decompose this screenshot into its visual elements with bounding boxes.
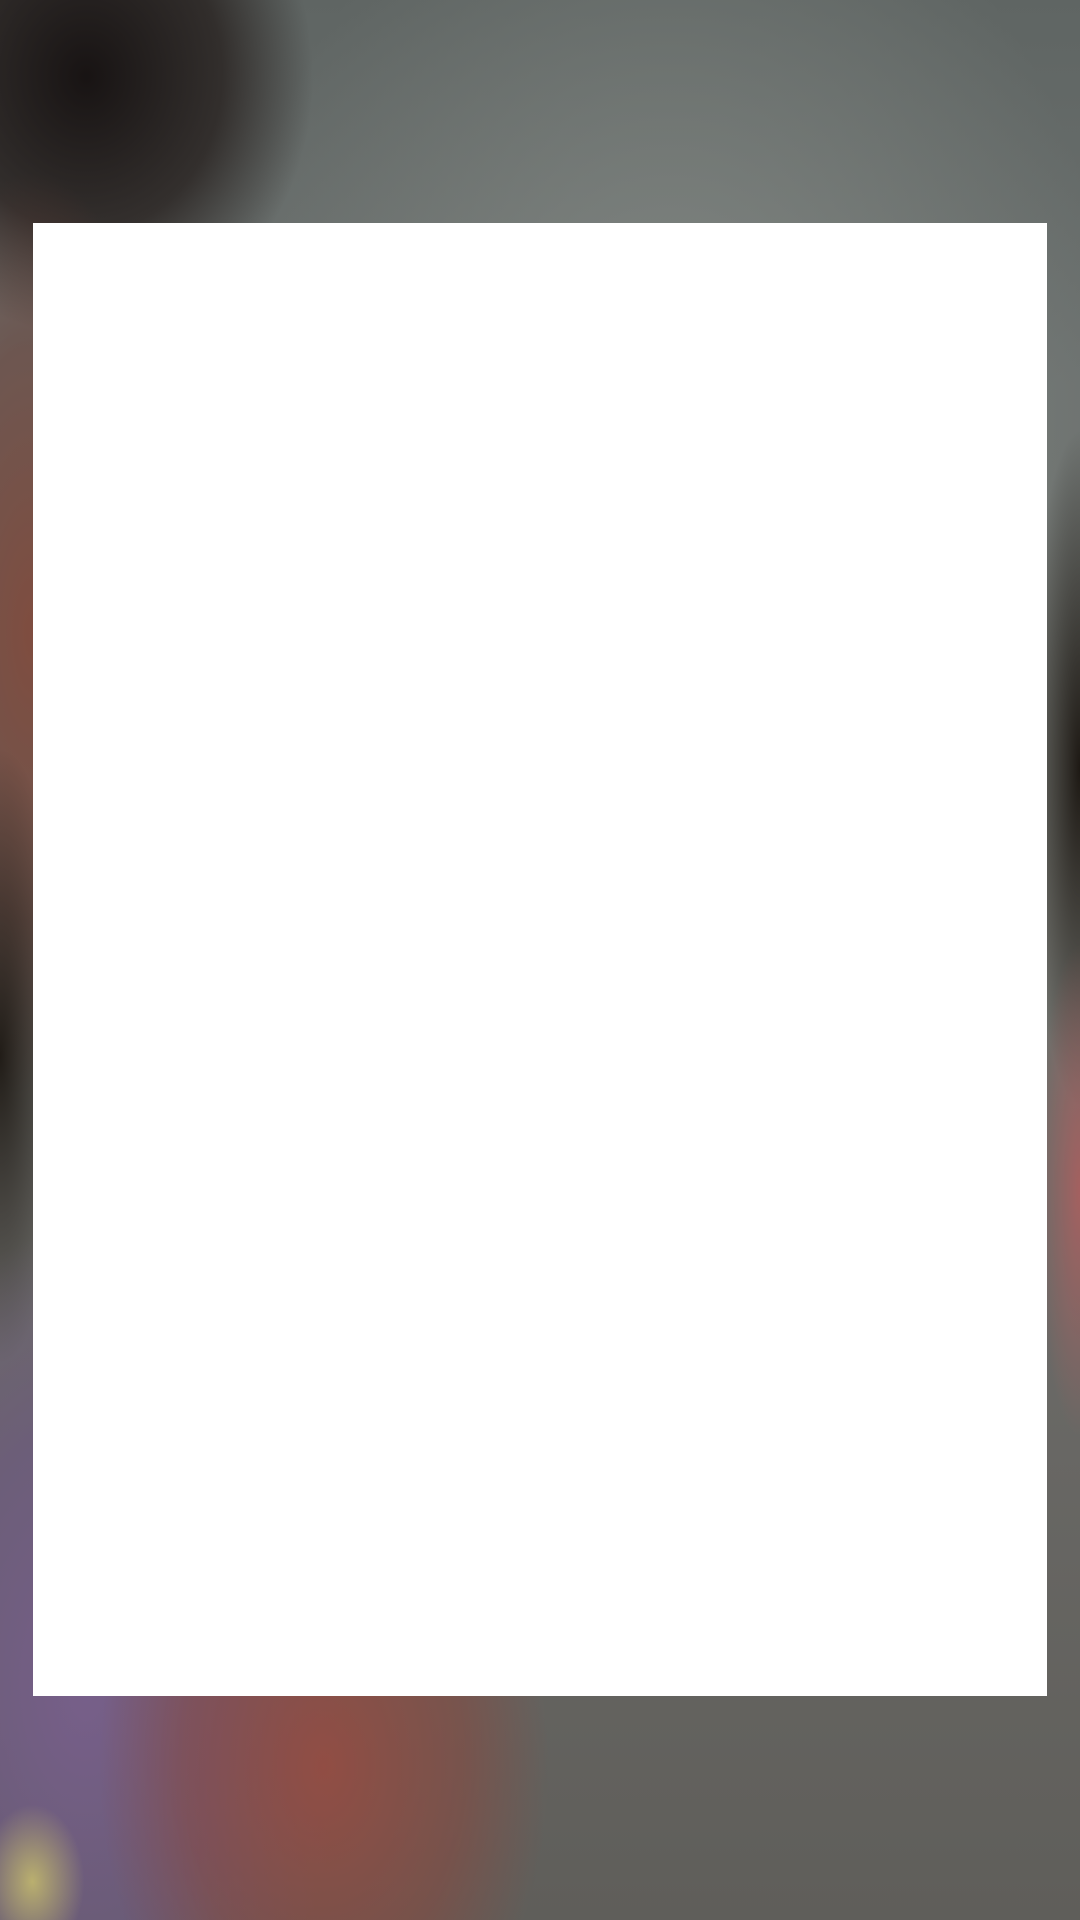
blank-white-panel xyxy=(33,223,1047,1696)
camera-view xyxy=(0,0,1080,1920)
